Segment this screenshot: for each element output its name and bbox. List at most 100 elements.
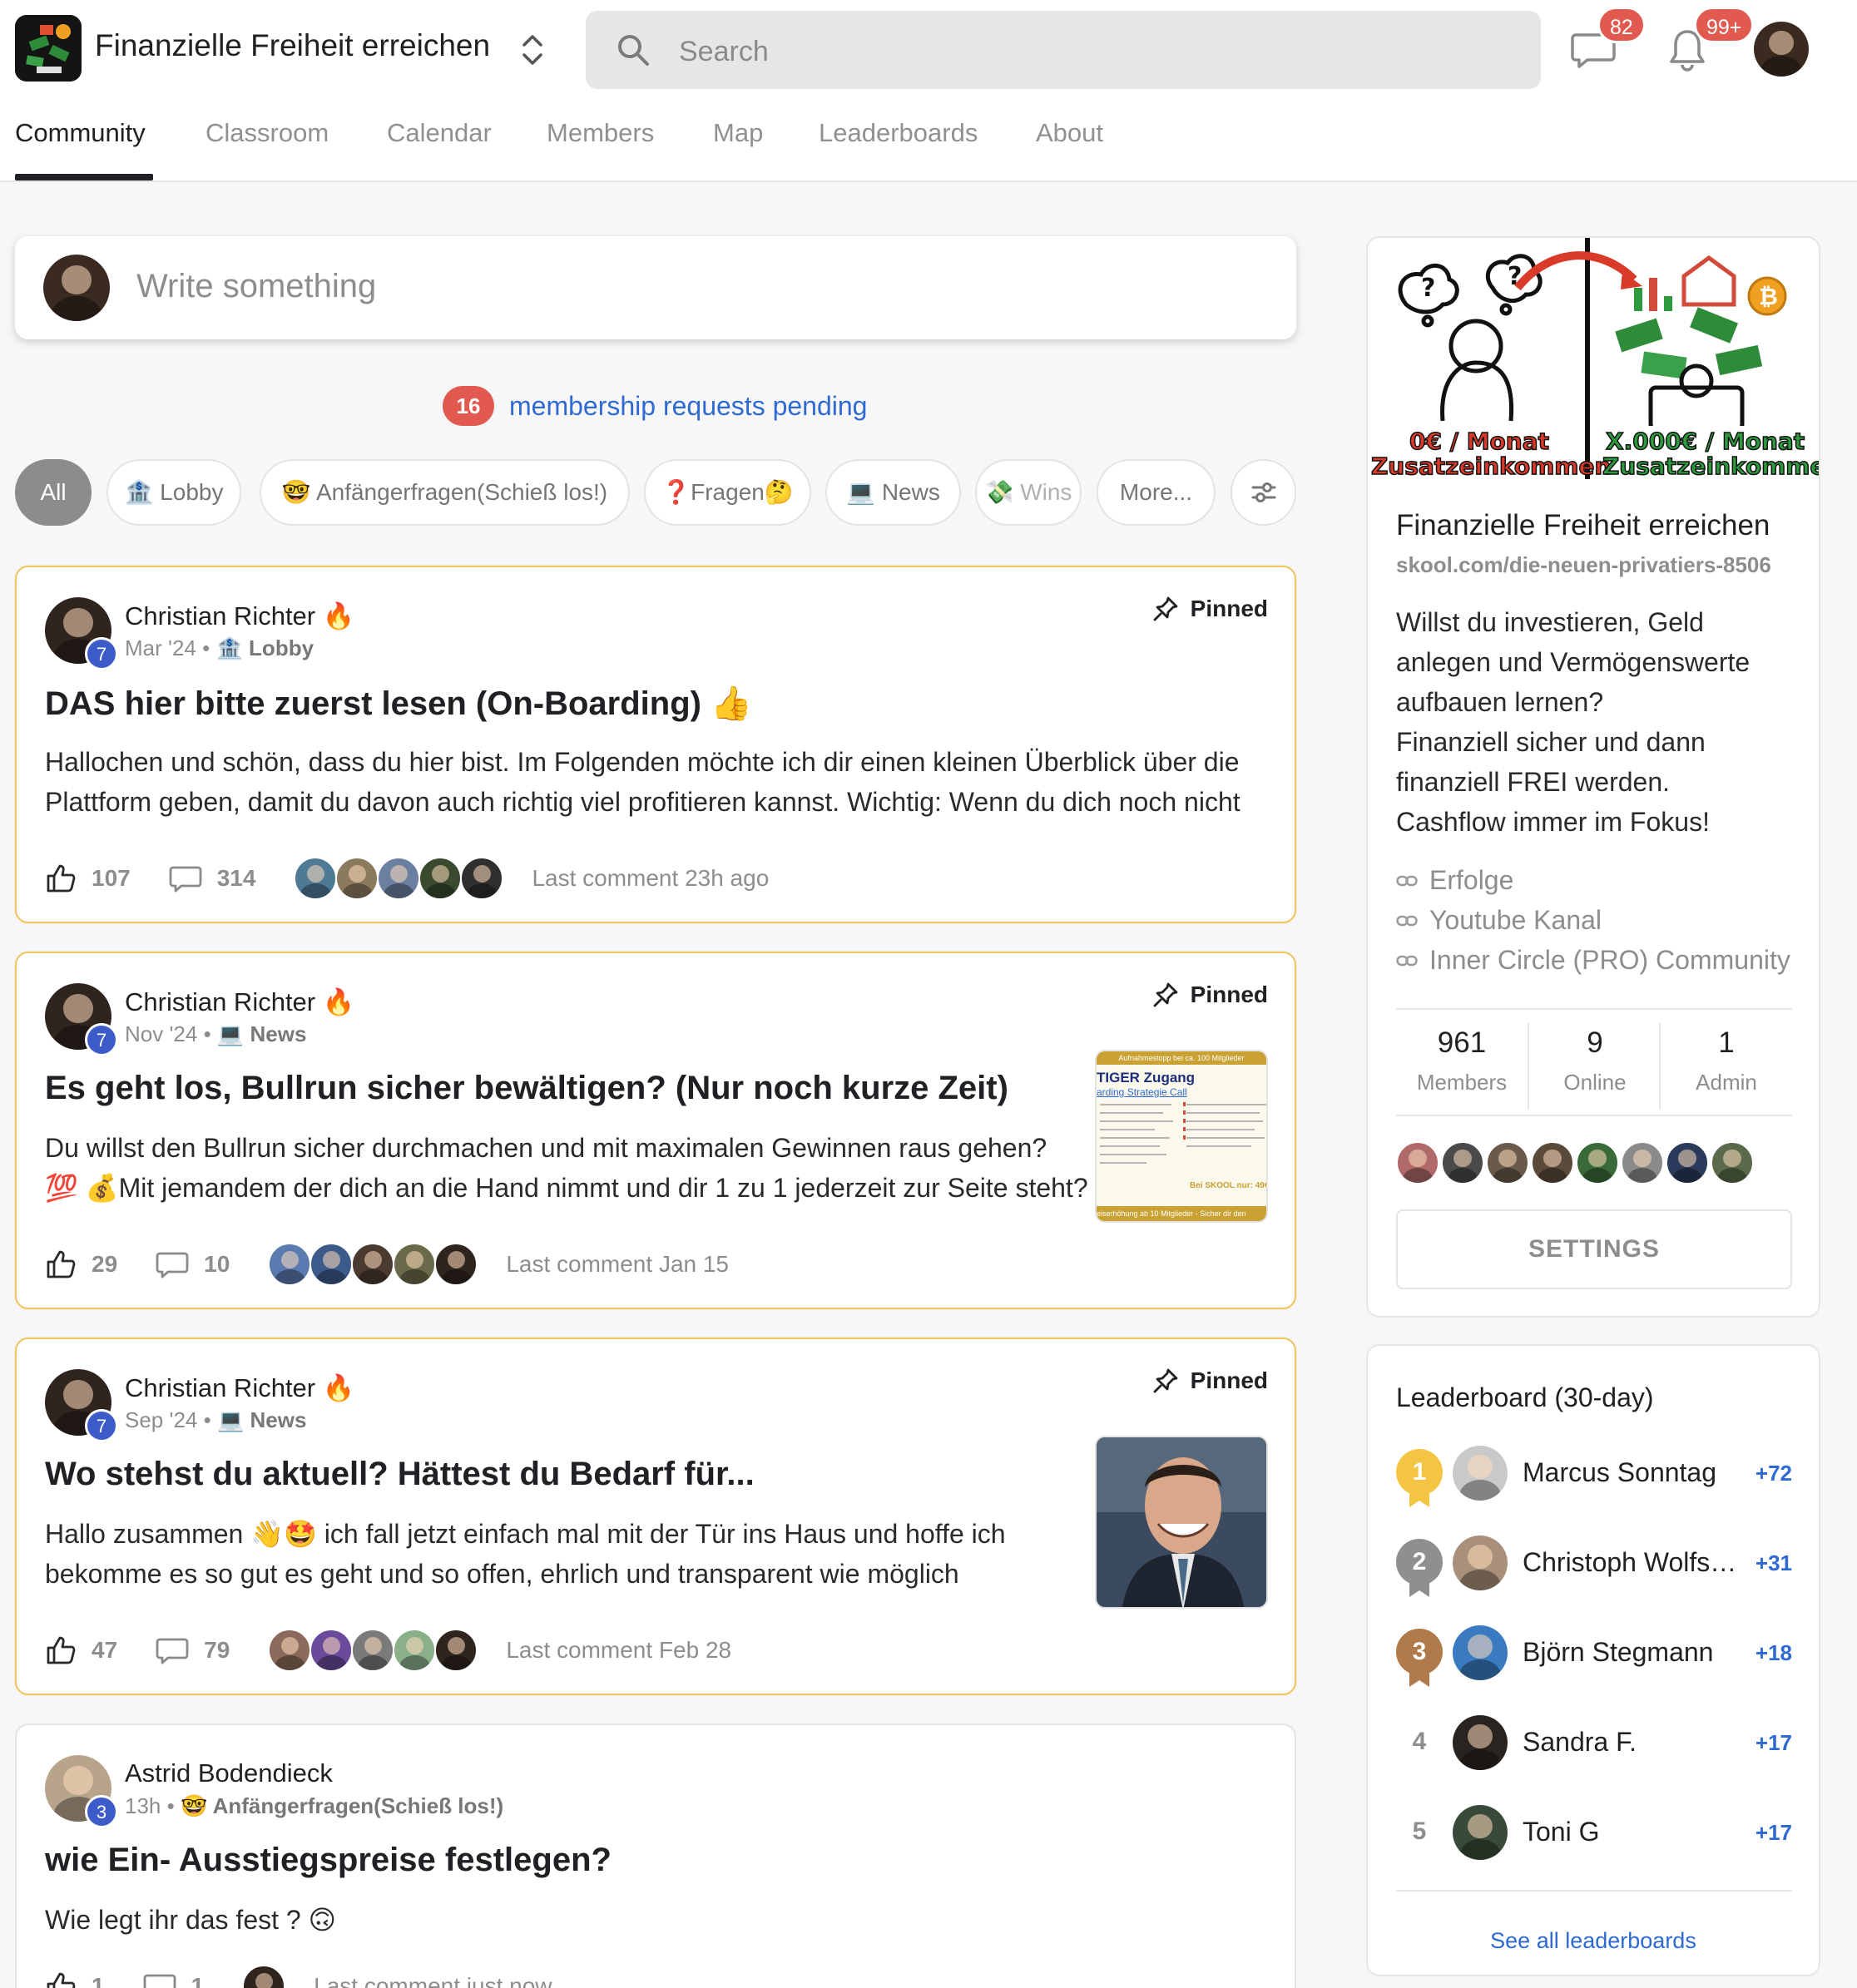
avatar[interactable] bbox=[1453, 1536, 1508, 1590]
tab-calendar[interactable]: Calendar bbox=[387, 118, 492, 148]
about-link-erfolge[interactable]: Erfolge bbox=[1396, 865, 1513, 896]
comment-icon[interactable] bbox=[156, 1635, 189, 1665]
post-stats: 1 1 Last comment just now bbox=[45, 1963, 552, 1988]
avatar bbox=[393, 1243, 437, 1286]
commenter-avatars bbox=[268, 1629, 478, 1672]
see-all-leaderboards-link[interactable]: See all leaderboards bbox=[1368, 1928, 1819, 1954]
post-thumbnail[interactable] bbox=[1095, 1436, 1268, 1609]
stat-admin[interactable]: 1 Admin bbox=[1661, 1026, 1792, 1095]
filter-news[interactable]: 💻 News bbox=[825, 459, 961, 526]
filter-more[interactable]: More... bbox=[1097, 459, 1216, 526]
post-composer[interactable]: Write something bbox=[15, 236, 1296, 339]
avatar[interactable] bbox=[1531, 1141, 1574, 1184]
post-thumbnail[interactable]: Aufnahmestopp bei ca. 100 Mitglieder TIG… bbox=[1095, 1050, 1268, 1223]
membership-requests-link[interactable]: 16 membership requests pending bbox=[443, 386, 867, 426]
post-category[interactable]: 🤓 Anfängerfragen(Schieß los!) bbox=[181, 1793, 503, 1818]
post-title[interactable]: DAS hier bitte zuerst lesen (On-Boarding… bbox=[45, 684, 752, 723]
tab-members[interactable]: Members bbox=[547, 118, 654, 148]
filter-anfaengerfragen[interactable]: 🤓 Anfängerfragen(Schieß los!) bbox=[260, 459, 630, 526]
like-icon[interactable] bbox=[45, 1971, 77, 1988]
filter-fragen[interactable]: ❓Fragen🤔 bbox=[644, 459, 811, 526]
leaderboard-name[interactable]: Sandra F. bbox=[1523, 1727, 1747, 1758]
post-title[interactable]: Wo stehst du aktuell? Hättest du Bedarf … bbox=[45, 1456, 755, 1493]
tab-leaderboards[interactable]: Leaderboards bbox=[819, 118, 978, 148]
settings-button[interactable]: SETTINGS bbox=[1396, 1209, 1792, 1289]
post-category[interactable]: 🏦 Lobby bbox=[215, 635, 314, 660]
author-name[interactable]: Christian Richter 🔥 bbox=[125, 987, 354, 1017]
post-title[interactable]: wie Ein- Ausstiegspreise festlegen? bbox=[45, 1842, 612, 1879]
about-group-url[interactable]: skool.com/die-neuen-privatiers-8506 bbox=[1396, 552, 1771, 578]
post-card[interactable]: 7 Christian Richter 🔥 Nov '24 • 💻 News P… bbox=[15, 952, 1296, 1309]
author-name[interactable]: Christian Richter 🔥 bbox=[125, 601, 354, 631]
avatar[interactable] bbox=[1621, 1141, 1664, 1184]
avatar bbox=[351, 1629, 395, 1672]
post-title[interactable]: Es geht los, Bullrun sicher bewältigen? … bbox=[45, 1070, 1008, 1107]
leaderboard-row[interactable]: 5 Toni G +17 bbox=[1396, 1803, 1792, 1862]
divider bbox=[1396, 1008, 1792, 1010]
like-icon[interactable] bbox=[45, 1249, 77, 1280]
composer-placeholder[interactable]: Write something bbox=[136, 268, 376, 305]
search-bar[interactable]: Search bbox=[586, 11, 1541, 89]
avatar[interactable] bbox=[1453, 1446, 1508, 1501]
like-icon[interactable] bbox=[45, 863, 77, 894]
comment-icon[interactable] bbox=[143, 1971, 176, 1988]
avatar[interactable] bbox=[1396, 1141, 1439, 1184]
avatar[interactable] bbox=[1486, 1141, 1529, 1184]
leaderboard-name[interactable]: Marcus Sonntag bbox=[1523, 1457, 1747, 1488]
filter-settings-button[interactable] bbox=[1231, 459, 1296, 526]
group-logo[interactable] bbox=[15, 15, 82, 82]
avatar[interactable] bbox=[1576, 1141, 1619, 1184]
post-card[interactable]: 7 Christian Richter 🔥 Mar '24 • 🏦 Lobby … bbox=[15, 566, 1296, 923]
leaderboard-name[interactable]: Björn Stegmann bbox=[1523, 1637, 1747, 1668]
leaderboard-name[interactable]: Christoph Wolfschmidt bbox=[1523, 1547, 1747, 1578]
post-date: Mar '24 bbox=[125, 635, 196, 660]
leaderboard-card: Leaderboard (30-day) 1 Marcus Sonntag +7… bbox=[1366, 1344, 1820, 1976]
group-name[interactable]: Finanzielle Freiheit erreichen bbox=[95, 28, 490, 63]
avatar[interactable] bbox=[1711, 1141, 1754, 1184]
like-icon[interactable] bbox=[45, 1634, 77, 1666]
stat-online[interactable]: 9 Online bbox=[1529, 1026, 1661, 1095]
author-name[interactable]: Astrid Bodendieck bbox=[125, 1758, 333, 1788]
leaderboard-row[interactable]: 2 Christoph Wolfschmidt +31 bbox=[1396, 1534, 1792, 1597]
pin-icon bbox=[1153, 1368, 1178, 1393]
about-link-inner-circle[interactable]: Inner Circle (PRO) Community bbox=[1396, 945, 1790, 976]
divider bbox=[1396, 1890, 1792, 1892]
author-name[interactable]: Christian Richter 🔥 bbox=[125, 1372, 354, 1403]
post-meta: Nov '24 • 💻 News bbox=[125, 1021, 307, 1046]
notification-badge: 99+ bbox=[1694, 7, 1755, 43]
leaderboard-row[interactable]: 4 Sandra F. +17 bbox=[1396, 1714, 1792, 1772]
post-category[interactable]: 💻 News bbox=[217, 1407, 307, 1432]
leaderboard-row[interactable]: 1 Marcus Sonntag +72 bbox=[1396, 1444, 1792, 1507]
comment-icon[interactable] bbox=[169, 863, 202, 893]
tab-about[interactable]: About bbox=[1036, 118, 1103, 148]
user-avatar[interactable] bbox=[1754, 22, 1809, 77]
about-link-youtube[interactable]: Youtube Kanal bbox=[1396, 905, 1602, 936]
group-cover-image[interactable]: ? ? ₿ 0€ / Monat Zusatzeinkommen X.000€ … bbox=[1368, 238, 1819, 479]
comment-icon[interactable] bbox=[156, 1249, 189, 1279]
leaderboard-name[interactable]: Toni G bbox=[1523, 1817, 1747, 1847]
avatar[interactable] bbox=[1453, 1715, 1508, 1770]
post-card[interactable]: 7 Christian Richter 🔥 Sep '24 • 💻 News P… bbox=[15, 1338, 1296, 1695]
avatar[interactable] bbox=[1666, 1141, 1709, 1184]
tab-community[interactable]: Community bbox=[15, 118, 146, 148]
search-input[interactable]: Search bbox=[679, 36, 769, 68]
filter-lobby[interactable]: 🏦 Lobby bbox=[106, 459, 241, 526]
leaderboard-row[interactable]: 3 Björn Stegmann +18 bbox=[1396, 1624, 1792, 1687]
stat-members[interactable]: 961 Members bbox=[1396, 1026, 1528, 1095]
avatar bbox=[434, 1629, 478, 1672]
commenter-avatars bbox=[294, 857, 504, 900]
like-count: 107 bbox=[92, 865, 131, 891]
post-category[interactable]: 💻 News bbox=[217, 1021, 307, 1046]
post-card[interactable]: 3 Astrid Bodendieck 13h • 🤓 Anfängerfrag… bbox=[15, 1723, 1296, 1988]
tab-map[interactable]: Map bbox=[713, 118, 763, 148]
avatar[interactable] bbox=[1453, 1805, 1508, 1860]
avatar[interactable] bbox=[1441, 1141, 1484, 1184]
filter-wins[interactable]: 💸 Wins bbox=[975, 459, 1082, 526]
filter-all[interactable]: All bbox=[15, 459, 92, 526]
tab-classroom[interactable]: Classroom bbox=[206, 118, 329, 148]
avatar bbox=[351, 1243, 395, 1286]
group-switcher-icon[interactable] bbox=[517, 32, 547, 68]
avatar[interactable] bbox=[1453, 1625, 1508, 1680]
pending-text[interactable]: membership requests pending bbox=[509, 391, 867, 422]
avatar bbox=[310, 1243, 354, 1286]
